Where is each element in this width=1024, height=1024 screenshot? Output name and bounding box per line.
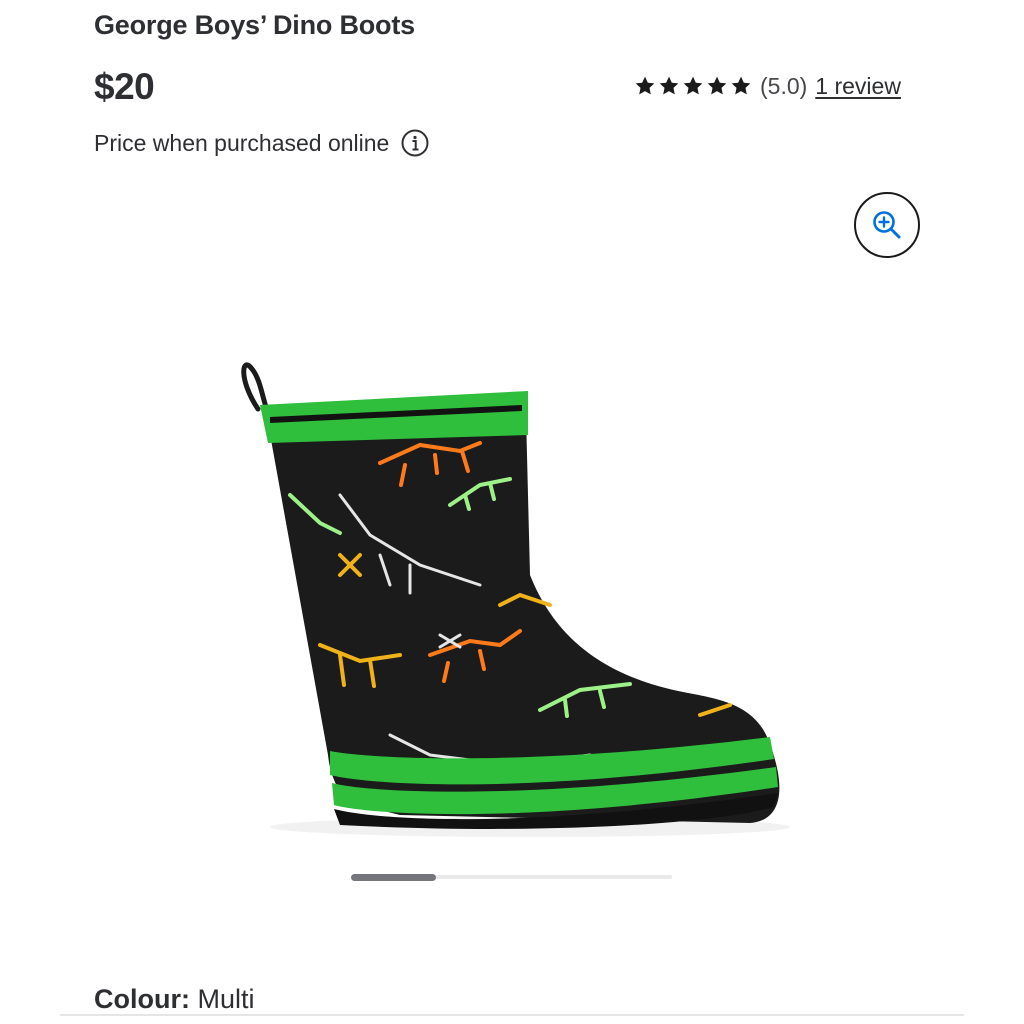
rating-stars [634,75,752,97]
colour-value: Multi [197,984,255,1014]
zoom-button[interactable] [854,192,920,258]
star-icon [635,76,655,95]
image-carousel-thumb[interactable] [351,874,436,881]
price-note-text: Price when purchased online [94,129,390,156]
info-icon[interactable] [401,129,429,157]
price-note: Price when purchased online [94,126,429,160]
star-icon [731,76,751,95]
zoom-in-icon [873,211,901,239]
colour-label: Colour: [94,984,190,1014]
product-title: George Boys’ Dino Boots [94,10,415,40]
star-icon [707,76,727,95]
star-icon [659,76,679,95]
rating-summary: (5.0) 1 review [634,70,901,102]
reviews-link[interactable]: 1 review [815,73,901,100]
star-icon [683,76,703,95]
divider [60,1014,964,1016]
rating-value: (5.0) [760,72,808,99]
colour-row: Colour: Multi [94,984,255,1015]
product-price: $20 [94,66,155,107]
product-image[interactable] [230,355,790,845]
